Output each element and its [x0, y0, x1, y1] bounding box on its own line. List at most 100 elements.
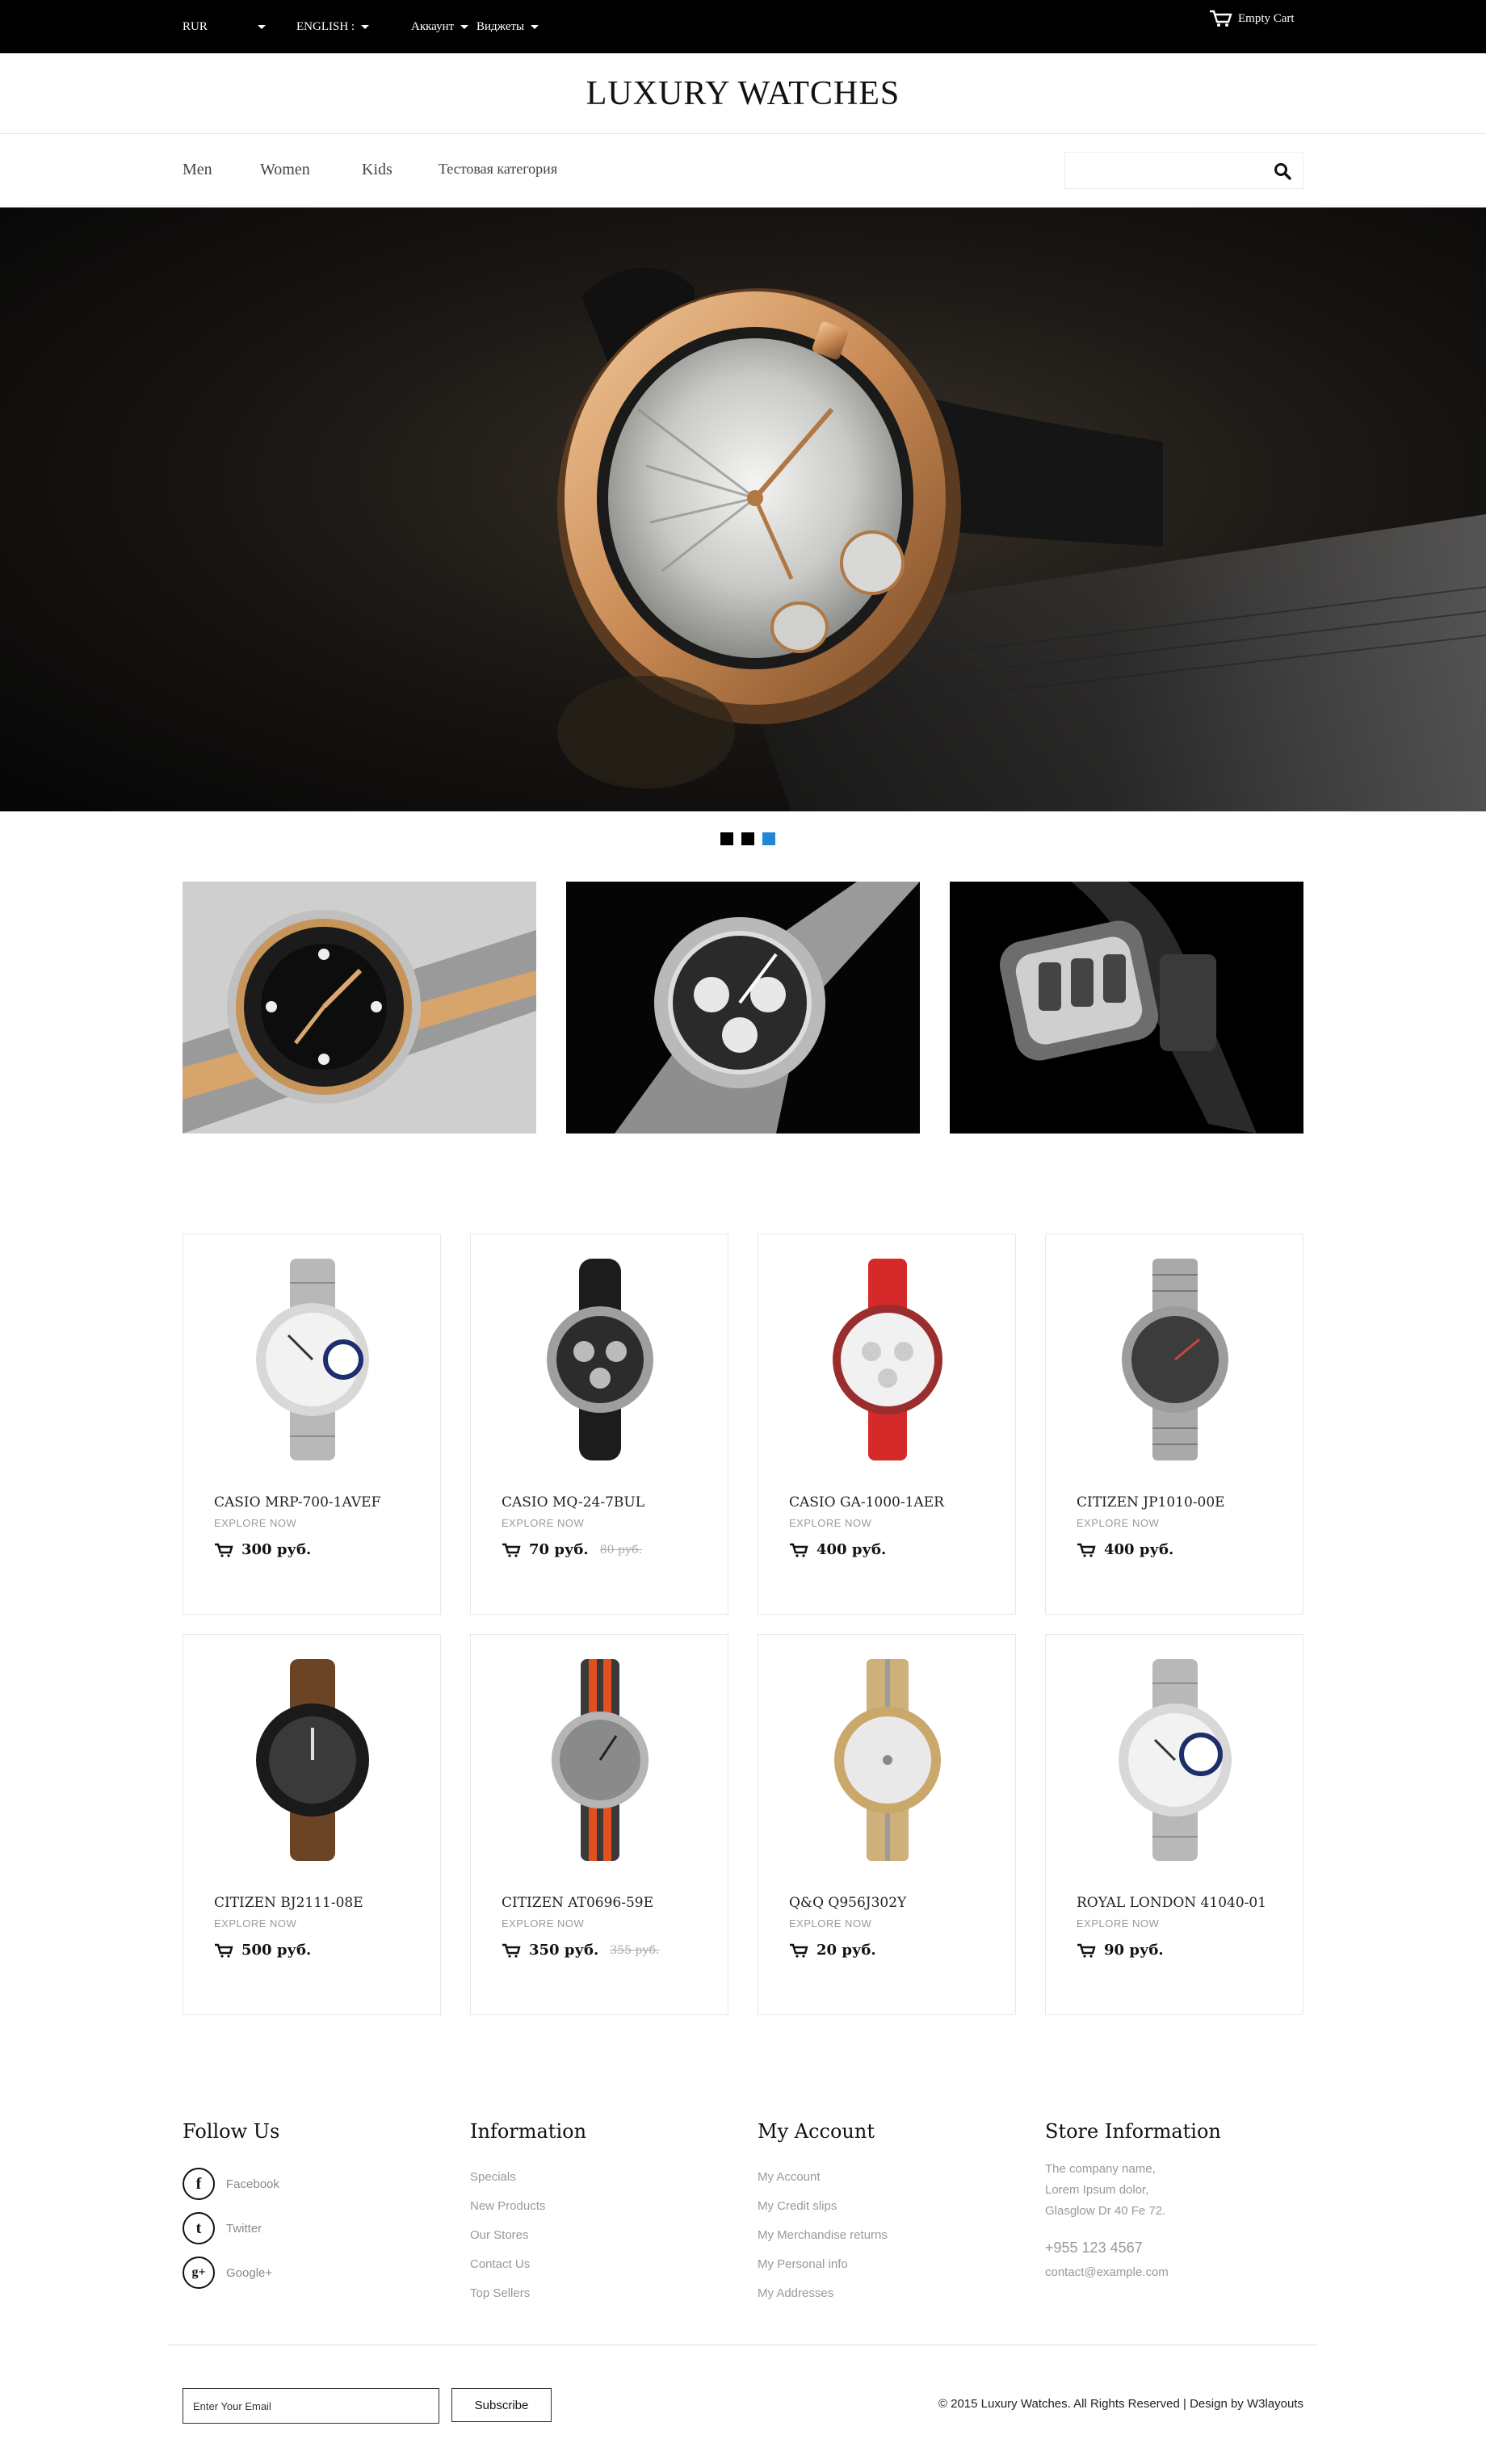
chevron-down-icon — [257, 24, 266, 29]
diver-watch-image — [183, 882, 536, 1134]
store-address-line: The company name, — [1045, 2162, 1156, 2176]
footer-link-contact-us[interactable]: Contact Us — [470, 2257, 530, 2271]
product-card[interactable]: CITIZEN AT0696-59E EXPLORE NOW 350 руб. … — [470, 1634, 728, 2015]
cart-icon[interactable] — [1077, 1943, 1096, 1958]
product-name[interactable]: Q&Q Q956J302Y — [789, 1895, 906, 1911]
price-row: 70 руб. 80 руб. — [502, 1541, 642, 1558]
product-image — [256, 1259, 369, 1460]
explore-link[interactable]: EXPLORE NOW — [502, 1517, 584, 1529]
nav-item-test-category[interactable]: Тестовая категория — [439, 161, 557, 178]
price-row: 350 руб. 355 руб. — [502, 1942, 659, 1959]
hero-slider[interactable] — [0, 207, 1486, 811]
account-label: Аккаунт — [411, 19, 455, 33]
product-card[interactable]: CITIZEN JP1010-00E EXPLORE NOW 400 руб. — [1045, 1234, 1303, 1615]
explore-link[interactable]: EXPLORE NOW — [214, 1517, 296, 1529]
slider-dot-3[interactable] — [762, 832, 775, 845]
explore-link[interactable]: EXPLORE NOW — [1077, 1917, 1159, 1930]
product-card[interactable]: Q&Q Q956J302Y EXPLORE NOW 20 руб. — [758, 1634, 1016, 2015]
footer-link-addresses[interactable]: My Addresses — [758, 2286, 833, 2300]
social-twitter[interactable]: t Twitter — [183, 2212, 262, 2244]
cart-icon[interactable] — [214, 1543, 233, 1557]
cart-icon[interactable] — [789, 1943, 808, 1958]
search-input[interactable] — [1064, 152, 1303, 189]
cart-icon[interactable] — [214, 1943, 233, 1958]
concept-watch-image — [950, 882, 1303, 1134]
site-logo[interactable]: LUXURY WATCHES — [586, 74, 900, 113]
product-card[interactable]: ROYAL LONDON 41040-01 EXPLORE NOW 90 руб… — [1045, 1634, 1303, 2015]
product-card[interactable]: CITIZEN BJ2111-08E EXPLORE NOW 500 руб. — [183, 1634, 441, 2015]
top-bar: RUR ENGLISH : Аккаунт Виджеты Empty Cart — [0, 0, 1486, 53]
widgets-dropdown[interactable]: Виджеты — [476, 0, 539, 53]
social-label: Twitter — [226, 2221, 262, 2236]
footer-link-new-products[interactable]: New Products — [470, 2199, 545, 2213]
cart-icon[interactable] — [1077, 1543, 1096, 1557]
product-name[interactable]: CITIZEN AT0696-59E — [502, 1895, 653, 1911]
currency-label: RUR — [183, 19, 208, 33]
social-label: Facebook — [226, 2177, 279, 2191]
currency-dropdown[interactable]: RUR — [183, 0, 266, 53]
promo-banner-2[interactable] — [566, 882, 920, 1134]
footer-link-merchandise-returns[interactable]: My Merchandise returns — [758, 2228, 888, 2242]
nav-item-kids[interactable]: Kids — [362, 161, 392, 179]
footer-link-credit-slips[interactable]: My Credit slips — [758, 2199, 837, 2213]
cart-icon[interactable] — [502, 1543, 521, 1557]
widgets-label: Виджеты — [476, 19, 525, 33]
promo-banner-3[interactable] — [950, 882, 1303, 1134]
price-row: 400 руб. — [789, 1541, 886, 1558]
footer-link-specials[interactable]: Specials — [470, 2170, 516, 2184]
product-price: 90 руб. — [1104, 1942, 1164, 1959]
google-plus-icon: g+ — [183, 2257, 215, 2289]
cart-icon[interactable] — [502, 1943, 521, 1958]
product-card[interactable]: CASIO MQ-24-7BUL EXPLORE NOW 70 руб. 80 … — [470, 1234, 728, 1615]
price-row: 300 руб. — [214, 1541, 311, 1558]
copyright-text: © 2015 Luxury Watches. All Rights Reserv… — [938, 2397, 1303, 2411]
footer-link-our-stores[interactable]: Our Stores — [470, 2228, 529, 2242]
product-price: 350 руб. — [529, 1942, 599, 1959]
social-google-plus[interactable]: g+ Google+ — [183, 2257, 272, 2289]
nav-item-men[interactable]: Men — [183, 161, 212, 179]
footer-link-personal-info[interactable]: My Personal info — [758, 2257, 848, 2271]
store-phone: +955 123 4567 — [1045, 2240, 1143, 2256]
footer-link-top-sellers[interactable]: Top Sellers — [470, 2286, 530, 2300]
explore-link[interactable]: EXPLORE NOW — [502, 1917, 584, 1930]
product-name[interactable]: CASIO MRP-700-1AVEF — [214, 1494, 380, 1511]
product-image — [834, 1659, 941, 1861]
language-dropdown[interactable]: ENGLISH : — [296, 0, 370, 53]
account-dropdown[interactable]: Аккаунт — [411, 0, 473, 53]
twitter-icon: t — [183, 2212, 215, 2244]
product-image — [547, 1259, 653, 1460]
product-old-price: 80 руб. — [599, 1543, 643, 1557]
slider-dot-2[interactable] — [741, 832, 754, 845]
product-card[interactable]: CASIO MRP-700-1AVEF EXPLORE NOW 300 руб. — [183, 1234, 441, 1615]
slider-dot-1[interactable] — [720, 832, 733, 845]
follow-us-heading: Follow Us — [183, 2120, 280, 2143]
social-label: Google+ — [226, 2265, 273, 2280]
product-image — [256, 1659, 369, 1861]
footer-link-my-account[interactable]: My Account — [758, 2170, 821, 2184]
product-card[interactable]: CASIO GA-1000-1AER EXPLORE NOW 400 руб. — [758, 1234, 1016, 1615]
subscribe-button[interactable]: Subscribe — [451, 2388, 552, 2422]
price-row: 500 руб. — [214, 1942, 311, 1959]
product-name[interactable]: CITIZEN JP1010-00E — [1077, 1494, 1225, 1511]
social-facebook[interactable]: f Facebook — [183, 2168, 279, 2200]
explore-link[interactable]: EXPLORE NOW — [1077, 1517, 1159, 1529]
product-image — [1122, 1259, 1228, 1460]
product-price: 20 руб. — [816, 1942, 876, 1959]
product-name[interactable]: CASIO MQ-24-7BUL — [502, 1494, 644, 1511]
explore-link[interactable]: EXPLORE NOW — [214, 1917, 296, 1930]
store-information-heading: Store Information — [1045, 2120, 1221, 2143]
explore-link[interactable]: EXPLORE NOW — [789, 1917, 871, 1930]
explore-link[interactable]: EXPLORE NOW — [789, 1517, 871, 1529]
nav-item-women[interactable]: Women — [260, 161, 310, 179]
cart-link[interactable]: Empty Cart — [1209, 0, 1295, 45]
search-icon[interactable] — [1274, 162, 1291, 180]
product-name[interactable]: ROYAL LONDON 41040-01 — [1077, 1895, 1266, 1911]
product-name[interactable]: CASIO GA-1000-1AER — [789, 1494, 944, 1511]
product-name[interactable]: CITIZEN BJ2111-08E — [214, 1895, 363, 1911]
chevron-down-icon — [361, 24, 370, 29]
cart-label: Empty Cart — [1238, 11, 1295, 25]
newsletter-email-field[interactable]: Enter Your Email — [183, 2388, 439, 2424]
cart-icon[interactable] — [789, 1543, 808, 1557]
store-email[interactable]: contact@example.com — [1045, 2265, 1169, 2279]
promo-banner-1[interactable] — [183, 882, 536, 1134]
